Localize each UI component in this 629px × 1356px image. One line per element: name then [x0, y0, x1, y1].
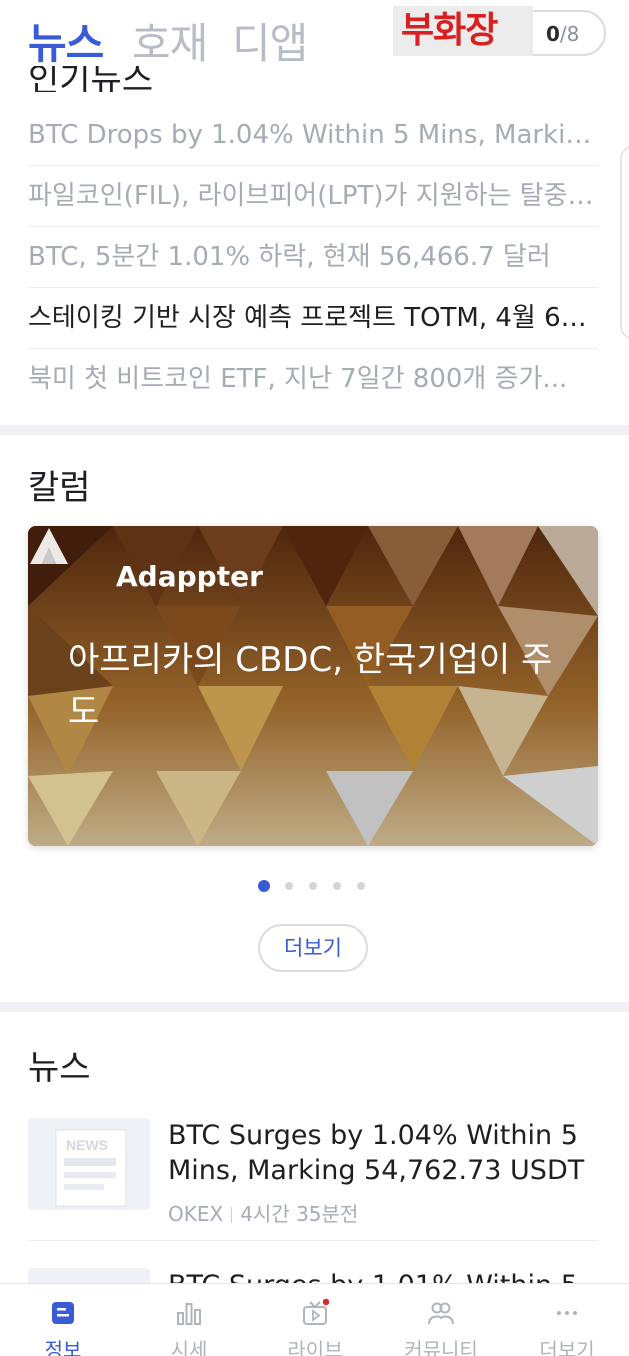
nav-label: 정보: [44, 1338, 82, 1356]
meta-separator: [231, 1207, 233, 1223]
news-time: 4시간 35분전: [240, 1202, 359, 1226]
nav-market[interactable]: 시세: [126, 1284, 252, 1356]
popular-news-item[interactable]: BTC, 5분간 1.01% 하락, 현재 56,466.7 달러: [28, 227, 598, 288]
pagination-dot[interactable]: [285, 882, 293, 890]
nav-more[interactable]: 더보기: [504, 1284, 629, 1356]
live-tv-icon: [303, 1299, 329, 1325]
adappter-logo-icon: [30, 528, 68, 564]
nav-community[interactable]: 커뮤니티: [378, 1284, 504, 1356]
news-meta: OKEX 4시간 35분전: [168, 1198, 358, 1227]
pagination-dot-active[interactable]: [258, 880, 270, 892]
news-source: OKEX: [168, 1202, 224, 1226]
news-thumbnail: NEWS: [28, 1118, 150, 1210]
news-list-item[interactable]: NEWS BTC Surges by 1.04% Within 5 Mins, …: [28, 1118, 598, 1226]
newspaper-icon: NEWS: [55, 1129, 127, 1207]
column-section-title: 칼럼: [28, 468, 91, 508]
nav-info[interactable]: 정보: [0, 1284, 126, 1356]
more-icon: [557, 1311, 577, 1315]
popular-news-item[interactable]: 파일코인(FIL), 라이브피어(LPT)가 지원하는 탈중앙화: [28, 166, 598, 227]
pagination-dot[interactable]: [333, 882, 341, 890]
column-more-button[interactable]: 더보기: [258, 924, 368, 972]
popular-news-item[interactable]: 북미 첫 비트코인 ETF, 지난 7일간 800개 증가...: [28, 349, 598, 410]
pagination-dot[interactable]: [309, 882, 317, 890]
popular-news-item[interactable]: 스테이킹 기반 시장 예측 프로젝트 TOTM, 4월 6일 상장: [28, 288, 598, 349]
popular-news-list: BTC Drops by 1.04% Within 5 Mins, Markin…: [28, 105, 598, 410]
top-header: 뉴스 호재 디앱 0/8 부화장: [0, 0, 629, 68]
news-thumb-label: NEWS: [66, 1137, 108, 1153]
hatchery-badge[interactable]: 부화장: [393, 6, 533, 56]
tab-news[interactable]: 뉴스: [28, 10, 104, 71]
tab-dapp[interactable]: 디앱: [232, 10, 308, 71]
news-title: BTC Surges by 1.04% Within 5 Mins, Marki…: [168, 1120, 585, 1186]
pagination-dot[interactable]: [357, 882, 365, 890]
nav-label: 커뮤니티: [404, 1338, 478, 1356]
section-divider: [0, 425, 629, 435]
nav-label: 더보기: [539, 1338, 595, 1356]
news-divider: [28, 1240, 598, 1241]
info-icon: [52, 1302, 74, 1324]
nav-label: 시세: [170, 1338, 208, 1356]
column-carousel-card[interactable]: Adappter 아프리카의 CBDC, 한국기업이 주도: [28, 526, 598, 846]
column-brand: Adappter: [116, 560, 263, 593]
community-icon: [428, 1302, 454, 1325]
egg-count: 0/8: [546, 22, 580, 46]
bottom-navigation: 정보 시세 라이브 커뮤니티 더보기: [0, 1283, 629, 1356]
news-section-title: 뉴스: [28, 1048, 91, 1088]
column-headline: 아프리카의 CBDC, 한국기업이 주도: [68, 640, 553, 732]
chart-icon: [177, 1303, 201, 1325]
nav-live[interactable]: 라이브: [252, 1284, 378, 1356]
tab-hojae[interactable]: 호재: [132, 10, 208, 71]
section-divider: [0, 1002, 629, 1012]
next-panel-peek[interactable]: [620, 145, 629, 340]
popular-news-item[interactable]: BTC Drops by 1.04% Within 5 Mins, Markin…: [28, 105, 598, 166]
nav-label: 라이브: [287, 1338, 343, 1356]
